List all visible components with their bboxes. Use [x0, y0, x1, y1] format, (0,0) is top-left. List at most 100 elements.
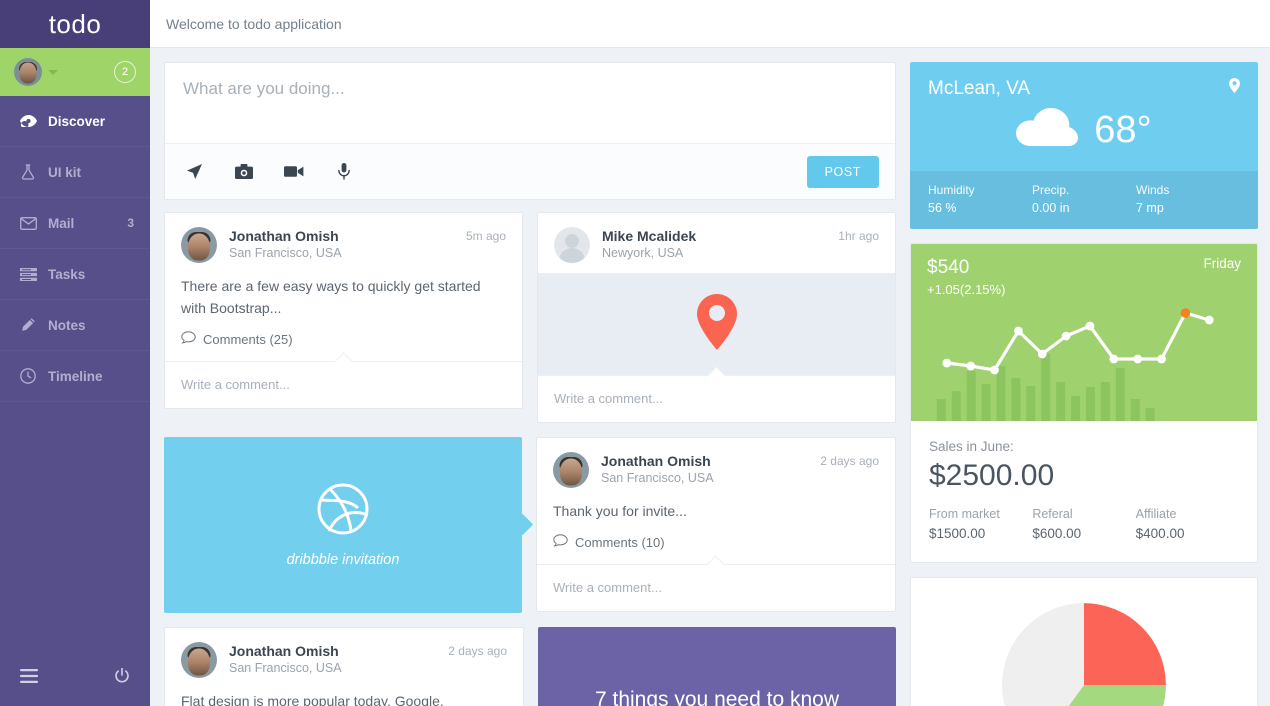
- comment-box: [538, 375, 895, 422]
- pie-chart-widget: [910, 577, 1258, 706]
- promo-card[interactable]: 7 things you need to know: [538, 627, 896, 706]
- avatar[interactable]: [554, 227, 590, 263]
- post-card: Jonathan Omish San Francisco, USA 2 days…: [536, 437, 896, 612]
- avatar[interactable]: [553, 452, 589, 488]
- post-body: There are a few easy ways to quickly get…: [165, 273, 522, 361]
- envelope-icon: [18, 216, 38, 230]
- topbar: Welcome to todo application: [150, 0, 1270, 48]
- stock-price: $540: [927, 257, 970, 278]
- chevron-down-icon[interactable]: [48, 69, 58, 75]
- location-arrow-icon[interactable]: [181, 159, 207, 185]
- comments-count-label: Comments (10): [575, 534, 665, 550]
- comment-input[interactable]: [181, 377, 506, 392]
- breakdown-value: $600.00: [1032, 526, 1082, 541]
- notification-badge[interactable]: 2: [114, 61, 136, 83]
- pencil-icon: [18, 317, 38, 333]
- avatar[interactable]: [181, 227, 217, 263]
- breakdown-label: Referal: [1032, 507, 1073, 521]
- video-icon[interactable]: [281, 159, 307, 185]
- post-author: Mike Mcalidek: [602, 228, 697, 244]
- weather-current: 68°: [910, 106, 1258, 171]
- post-location: San Francisco, USA: [229, 246, 342, 260]
- post-map[interactable]: [538, 273, 895, 375]
- stat-label: Winds: [1136, 183, 1170, 197]
- flask-icon: [18, 164, 38, 180]
- avatar[interactable]: [14, 58, 42, 86]
- sidebar-item-label: UI kit: [48, 164, 82, 180]
- stat-value: 56 %: [928, 201, 957, 215]
- comment-box: [537, 564, 895, 611]
- sidebar-nav: Discover UI kit Mail 3 Tasks Notes Timel…: [0, 96, 150, 402]
- composer-toolbar: POST: [165, 143, 895, 199]
- sidebar-item-count: 3: [127, 216, 134, 230]
- stat-label: Precip.: [1032, 183, 1070, 197]
- sales-breakdown-item: Referal $600.00: [1032, 505, 1135, 544]
- sidebar-item-label: Mail: [48, 215, 75, 231]
- comment-input[interactable]: [554, 391, 879, 406]
- post-author: Jonathan Omish: [229, 643, 339, 659]
- post-composer: POST: [164, 62, 896, 200]
- post-meta: Jonathan Omish San Francisco, USA: [229, 642, 448, 677]
- camera-icon[interactable]: [231, 159, 257, 185]
- post-button[interactable]: POST: [806, 155, 879, 188]
- comment-input[interactable]: [553, 580, 879, 595]
- post-card: Mike Mcalidek Newyork, USA 1hr ago: [537, 212, 896, 423]
- sidebar-item-tasks[interactable]: Tasks: [0, 249, 150, 300]
- line-markers: [942, 308, 1214, 375]
- weather-widget: McLean, VA 68° Humidity 56 % Precip. 0.0…: [910, 62, 1258, 229]
- map-pin-icon[interactable]: [1229, 78, 1240, 98]
- profile-bar[interactable]: 2: [0, 48, 150, 96]
- post-header: Jonathan Omish San Francisco, USA 2 days…: [537, 438, 895, 498]
- sales-breakdown-item: Affiliate $400.00: [1136, 505, 1239, 544]
- avatar[interactable]: [181, 642, 217, 678]
- sidebar-item-label: Tasks: [48, 266, 86, 282]
- weather-header: McLean, VA: [910, 62, 1258, 106]
- sidebar-item-discover[interactable]: Discover: [0, 96, 150, 147]
- sidebar-item-timeline[interactable]: Timeline: [0, 351, 150, 402]
- sidebar-item-ui-kit[interactable]: UI kit: [0, 147, 150, 198]
- pie-slice-gray: [1002, 603, 1084, 706]
- microphone-icon[interactable]: [331, 159, 357, 185]
- comments-link[interactable]: Comments (10): [553, 534, 879, 550]
- avatar-face: [19, 62, 37, 84]
- sidebar-footer: [0, 650, 150, 706]
- stat-label: Humidity: [928, 183, 975, 197]
- pie-chart-svg: [1002, 603, 1166, 706]
- stock-line-chart: [911, 286, 1257, 421]
- breakdown-value: $400.00: [1135, 526, 1185, 541]
- post-time: 2 days ago: [448, 644, 507, 658]
- weather-stat: Winds 7 mp: [1136, 181, 1240, 217]
- feed-row-1: Jonathan Omish San Francisco, USA 5m ago…: [164, 212, 896, 423]
- pie-slice-red: [1084, 603, 1166, 685]
- power-icon[interactable]: [114, 668, 130, 684]
- app-root: todo 2 Discover UI kit Mail 3 Tasks Note…: [0, 0, 1270, 706]
- line-series: [945, 311, 1211, 372]
- highlighted-point: [1180, 308, 1191, 318]
- post-card: Jonathan Omish San Francisco, USA 5m ago…: [164, 212, 523, 409]
- comments-link[interactable]: Comments (25): [181, 331, 506, 347]
- sidebar-item-notes[interactable]: Notes: [0, 300, 150, 351]
- list-icon: [18, 267, 38, 281]
- weather-stats: Humidity 56 % Precip. 0.00 in Winds 7 mp: [910, 171, 1258, 229]
- post-text: Thank you for invite...: [553, 503, 687, 519]
- sidebar-item-mail[interactable]: Mail 3: [0, 198, 150, 249]
- comments-count-label: Comments (25): [203, 331, 293, 347]
- dribbble-icon: [317, 483, 369, 540]
- post-location: San Francisco, USA: [601, 471, 714, 485]
- post-author: Jonathan Omish: [229, 228, 339, 244]
- brand-logo[interactable]: todo: [0, 0, 150, 48]
- post-body: Thank you for invite... Comments (10): [537, 498, 895, 564]
- feed-row-2: dribbble invitation Jonathan Omish San F…: [164, 437, 896, 613]
- sidebar: todo 2 Discover UI kit Mail 3 Tasks Note…: [0, 0, 150, 706]
- weather-city: McLean, VA: [928, 78, 1031, 99]
- composer-input[interactable]: [165, 63, 895, 143]
- line-chart-svg: [936, 308, 1214, 421]
- post-body: Flat design is more popular today. Googl…: [165, 688, 523, 706]
- sales-amount: $2500.00: [929, 459, 1055, 492]
- promo-title: 7 things you need to know: [594, 688, 839, 706]
- map-pin-icon: [696, 294, 737, 355]
- avatar-face: [188, 233, 210, 261]
- breakdown-label: Affiliate: [1135, 507, 1177, 521]
- hamburger-icon[interactable]: [20, 669, 38, 683]
- dribbble-invitation-card[interactable]: dribbble invitation: [164, 437, 522, 613]
